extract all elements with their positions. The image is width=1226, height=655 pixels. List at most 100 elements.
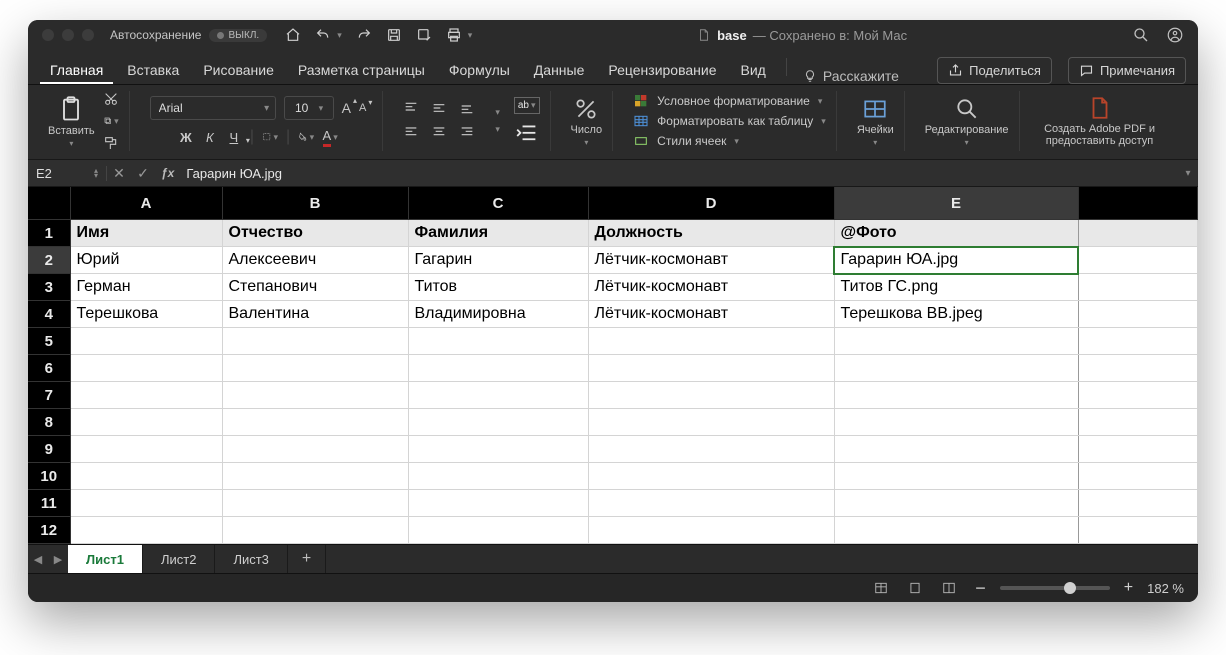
cell-E3[interactable]: Титов ГС.png [834,274,1078,301]
cell-B10[interactable] [222,463,408,490]
cell-D2[interactable]: Лётчик-космонавт [588,247,834,274]
autosave-toggle[interactable]: ВЫКЛ. [209,29,267,42]
cell-B8[interactable] [222,409,408,436]
tell-me-search[interactable]: Расскажите [803,68,899,84]
cell-A9[interactable] [70,436,222,463]
cell-A4[interactable]: Терешкова [70,301,222,328]
cell-A1[interactable]: Имя [70,220,222,247]
format-painter-icon[interactable] [103,135,119,151]
page-layout-view-button[interactable] [903,579,927,597]
row-header-4[interactable]: 4 [28,301,70,328]
cell-E9[interactable] [834,436,1078,463]
bold-button[interactable]: Ж [178,129,194,145]
cell-C6[interactable] [408,355,588,382]
print-icon[interactable] [446,27,462,43]
align-middle-button[interactable] [431,100,447,116]
wrap-text-button[interactable]: ab▾ [514,97,540,114]
align-left-button[interactable] [403,124,419,140]
font-family-input[interactable] [151,101,259,115]
cell-B11[interactable] [222,490,408,517]
cell-A2[interactable]: Юрий [70,247,222,274]
cell-C9[interactable] [408,436,588,463]
ribbon-tab-6[interactable]: Рецензирование [598,56,726,84]
cell-E2[interactable]: Гарарин ЮА.jpg [834,247,1078,274]
cell-C10[interactable] [408,463,588,490]
increase-font-button[interactable]: A▴ [342,100,351,116]
ribbon-tab-2[interactable]: Рисование [193,56,284,84]
column-header-A[interactable]: A [70,187,222,220]
ribbon-tab-0[interactable]: Главная [40,56,113,84]
font-family-select[interactable]: ▾ [150,96,276,120]
maximize-window-button[interactable] [82,29,94,41]
close-window-button[interactable] [42,29,54,41]
cell-B12[interactable] [222,517,408,544]
cell-D12[interactable] [588,517,834,544]
cell-C2[interactable]: Гагарин [408,247,588,274]
cell-A6[interactable] [70,355,222,382]
decrease-font-button[interactable]: A▾ [359,102,366,114]
cell-A12[interactable] [70,517,222,544]
cut-icon[interactable] [103,91,119,107]
cell-D1[interactable]: Должность [588,220,834,247]
cell-A5[interactable] [70,328,222,355]
cell-E8[interactable] [834,409,1078,436]
cell-A8[interactable] [70,409,222,436]
cell-E1[interactable]: @Фото [834,220,1078,247]
cell-extra-9[interactable] [1078,436,1198,463]
cell-D4[interactable]: Лётчик-космонавт [588,301,834,328]
undo-icon[interactable] [315,27,331,43]
ribbon-tab-7[interactable]: Вид [731,56,776,84]
home-icon[interactable] [285,27,301,43]
cell-extra-4[interactable] [1078,301,1198,328]
cell-extra-11[interactable] [1078,490,1198,517]
cell-E6[interactable] [834,355,1078,382]
cell-D8[interactable] [588,409,834,436]
cell-D9[interactable] [588,436,834,463]
cell-E10[interactable] [834,463,1078,490]
ribbon-tab-1[interactable]: Вставка [117,56,189,84]
cell-B9[interactable] [222,436,408,463]
cell-D3[interactable]: Лётчик-космонавт [588,274,834,301]
cell-C1[interactable]: Фамилия [408,220,588,247]
cell-A3[interactable]: Герман [70,274,222,301]
paste-button[interactable]: Вставить ▾ [48,95,95,148]
adobe-pdf-button[interactable]: Создать Adobe PDF и предоставить доступ [1040,95,1160,147]
cell-A11[interactable] [70,490,222,517]
cell-extra-12[interactable] [1078,517,1198,544]
cell-extra-5[interactable] [1078,328,1198,355]
row-header-7[interactable]: 7 [28,382,70,409]
sheet-tab-2[interactable]: Лист3 [215,545,287,573]
save-as-icon[interactable] [416,27,432,43]
italic-button[interactable]: К [202,129,218,145]
indent-button[interactable] [514,120,540,146]
cell-C3[interactable]: Титов [408,274,588,301]
cell-D5[interactable] [588,328,834,355]
cell-D10[interactable] [588,463,834,490]
editing-button[interactable]: Редактирование ▾ [925,96,1009,147]
sheet-nav-prev[interactable]: ◀ [28,553,48,566]
cell-B7[interactable] [222,382,408,409]
normal-view-button[interactable] [869,579,893,597]
cell-E5[interactable] [834,328,1078,355]
cell-E7[interactable] [834,382,1078,409]
formula-input[interactable]: Гарарин ЮА.jpg [180,166,1178,181]
cell-extra-6[interactable] [1078,355,1198,382]
merge-button[interactable]: ▾ [493,124,500,135]
row-header-5[interactable]: 5 [28,328,70,355]
column-header-D[interactable]: D [588,187,834,220]
sheet-nav-next[interactable]: ▶ [48,553,68,566]
search-icon[interactable] [1132,26,1150,44]
row-header-10[interactable]: 10 [28,463,70,490]
spreadsheet-table[interactable]: ABCDE1ИмяОтчествоФамилияДолжность@Фото2Ю… [28,187,1198,544]
cell-D7[interactable] [588,382,834,409]
row-header-1[interactable]: 1 [28,220,70,247]
save-icon[interactable] [386,27,402,43]
add-sheet-button[interactable]: + [288,545,326,573]
row-header-12[interactable]: 12 [28,517,70,544]
column-header-C[interactable]: C [408,187,588,220]
cell-extra-10[interactable] [1078,463,1198,490]
cell-D6[interactable] [588,355,834,382]
cell-A7[interactable] [70,382,222,409]
row-header-8[interactable]: 8 [28,409,70,436]
cell-extra-7[interactable] [1078,382,1198,409]
